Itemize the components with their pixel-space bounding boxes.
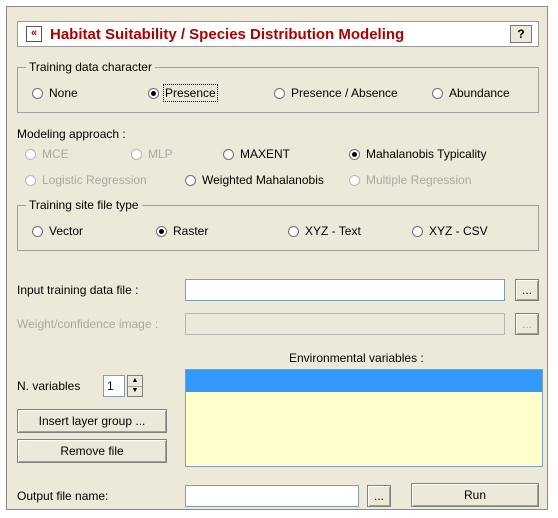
radio-dot (274, 87, 285, 99)
radio-ma-logistic-regression[interactable]: Logistic Regression (25, 173, 147, 187)
training-site-file-type-label: Training site file type (26, 198, 142, 212)
radio-label: Vector (49, 224, 84, 238)
radio-dot (32, 225, 43, 237)
radio-ma-maxent[interactable]: MAXENT (223, 147, 290, 161)
environmental-variables-label: Environmental variables : (289, 351, 424, 365)
dialog-title-bar: « Habitat Suitability / Species Distribu… (17, 21, 539, 47)
radio-dot (32, 87, 43, 99)
radio-label: Mahalanobis Typicality (366, 147, 487, 161)
radio-tdc-abundance[interactable]: Abundance (432, 86, 510, 100)
radio-dot (131, 148, 142, 160)
radio-dot-selected (349, 148, 360, 160)
input-training-data-file-label: Input training data file : (17, 283, 139, 297)
radio-dot (288, 225, 299, 237)
radio-dot (223, 148, 234, 160)
habitat-suitability-dialog: « Habitat Suitability / Species Distribu… (6, 6, 548, 510)
radio-label: Abundance (449, 86, 510, 100)
training-site-file-type-group: Training site file type Vector Raster XY… (17, 198, 539, 251)
radio-dot (25, 148, 36, 160)
radio-tsft-vector[interactable]: Vector (32, 224, 83, 238)
radio-label: Presence (163, 84, 218, 102)
radio-tsft-xyz-text[interactable]: XYZ - Text (288, 224, 361, 238)
spin-down-icon[interactable]: ▼ (128, 386, 142, 396)
radio-tsft-raster[interactable]: Raster (156, 224, 208, 238)
radio-dot (25, 174, 36, 186)
radio-tsft-xyz-csv[interactable]: XYZ - CSV (412, 224, 488, 238)
radio-dot (412, 225, 423, 237)
radio-ma-mahalanobis-typicality[interactable]: Mahalanobis Typicality (349, 147, 487, 161)
remove-file-button[interactable]: Remove file (17, 439, 167, 463)
insert-layer-group-button[interactable]: Insert layer group ... (17, 409, 167, 433)
n-variables-label: N. variables (17, 379, 81, 393)
radio-dot-selected (148, 87, 159, 99)
radio-ma-mlp[interactable]: MLP (131, 147, 173, 161)
help-button[interactable]: ? (510, 25, 532, 43)
run-button[interactable]: Run (411, 483, 539, 507)
radio-ma-multiple-regression[interactable]: Multiple Regression (349, 173, 471, 187)
radio-label: MAXENT (240, 147, 291, 161)
radio-ma-mce[interactable]: MCE (25, 147, 69, 161)
input-training-data-file-browse-button[interactable]: ... (515, 279, 539, 301)
radio-tdc-presence[interactable]: Presence (148, 84, 218, 102)
radio-label: XYZ - CSV (429, 224, 488, 238)
training-data-character-label: Training data character (26, 60, 155, 74)
radio-label: None (49, 86, 78, 100)
training-data-character-group: Training data character None Presence Pr… (17, 60, 539, 113)
output-file-name-field[interactable] (185, 485, 359, 507)
weight-confidence-image-browse-button[interactable]: ... (515, 313, 539, 335)
radio-label: Presence / Absence (291, 86, 398, 100)
radio-label: MLP (148, 147, 173, 161)
modeling-approach-label: Modeling approach : (17, 127, 126, 141)
radio-label: Weighted Mahalanobis (202, 173, 324, 187)
radio-tdc-presence-absence[interactable]: Presence / Absence (274, 86, 398, 100)
radio-dot (185, 174, 196, 186)
weight-confidence-image-field[interactable] (185, 313, 505, 335)
weight-confidence-image-label: Weight/confidence image : (17, 317, 159, 331)
input-training-data-file-field[interactable] (185, 279, 505, 301)
n-variables-field[interactable] (103, 375, 125, 397)
radio-ma-weighted-mahalanobis[interactable]: Weighted Mahalanobis (185, 173, 324, 187)
radio-dot (349, 174, 360, 186)
radio-dot-selected (156, 225, 167, 237)
radio-dot (432, 87, 443, 99)
radio-label: MCE (42, 147, 69, 161)
radio-label: Logistic Regression (42, 173, 147, 187)
radio-label: Multiple Regression (366, 173, 472, 187)
output-file-browse-button[interactable]: ... (367, 485, 391, 507)
n-variables-spinner[interactable]: ▲ ▼ (127, 375, 143, 397)
collapse-icon[interactable]: « (26, 26, 42, 42)
radio-tdc-none[interactable]: None (32, 86, 78, 100)
environmental-variables-list[interactable] (185, 369, 543, 467)
radio-label: Raster (173, 224, 209, 238)
dialog-title: Habitat Suitability / Species Distributi… (50, 26, 405, 43)
output-file-name-label: Output file name: (17, 489, 109, 503)
radio-label: XYZ - Text (305, 224, 361, 238)
selected-list-row[interactable] (186, 370, 542, 392)
